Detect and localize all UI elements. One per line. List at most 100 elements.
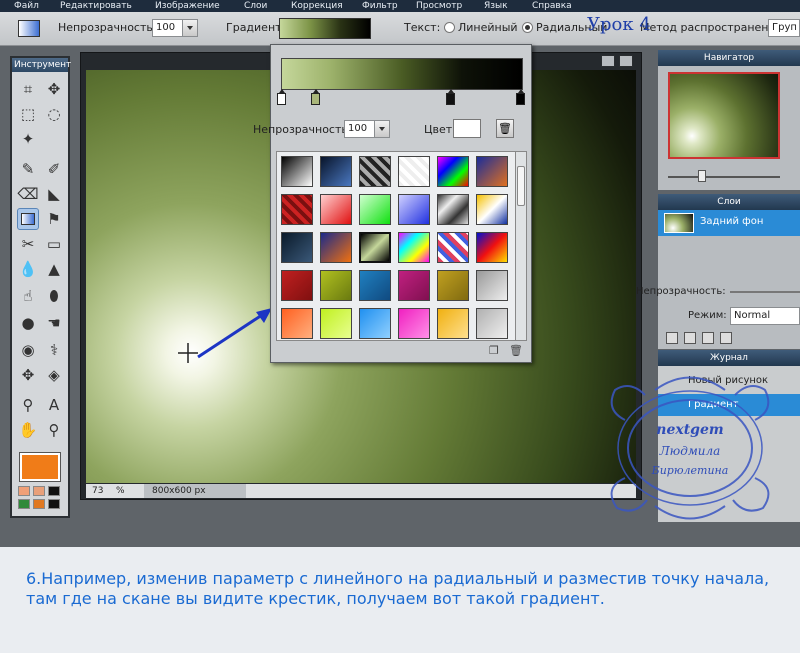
gradient-preview[interactable] (279, 18, 371, 39)
preset-19[interactable] (281, 270, 313, 301)
text-tool-icon[interactable]: A (43, 394, 65, 416)
preset-18[interactable] (476, 232, 508, 263)
opacity-select[interactable]: 100 (152, 19, 198, 37)
lasso-icon[interactable]: ◌ (43, 103, 65, 125)
preset-1[interactable] (281, 156, 313, 187)
menu-file[interactable]: Файл (14, 0, 39, 12)
zoom-slider-thumb[interactable] (698, 170, 706, 182)
preset-14[interactable] (320, 232, 352, 263)
preset-2[interactable] (320, 156, 352, 187)
eyedropper-icon[interactable]: ⚲ (17, 394, 39, 416)
linear-radio[interactable] (444, 22, 455, 33)
preset-24[interactable] (476, 270, 508, 301)
swatch-5[interactable] (33, 499, 45, 509)
foreground-color[interactable] (20, 453, 60, 481)
zoom-slider-track[interactable] (668, 176, 780, 178)
preset-3[interactable] (359, 156, 391, 187)
layer-button-4[interactable] (720, 332, 732, 344)
layer-opacity-slider[interactable] (730, 291, 800, 293)
menu-filter[interactable]: Фильтр (362, 0, 398, 12)
editor-opacity-select[interactable]: 100 (344, 120, 390, 138)
preset-8[interactable] (320, 194, 352, 225)
trash-icon[interactable]: 🗑 (509, 344, 523, 357)
spread-select[interactable]: Груп (768, 19, 800, 37)
pinch-icon[interactable]: ◈ (43, 364, 65, 386)
swatch-2[interactable] (33, 486, 45, 496)
dodge-icon[interactable]: ☚ (43, 312, 65, 334)
menu-edit[interactable]: Редактировать (60, 0, 132, 12)
color-swatch[interactable] (453, 119, 481, 138)
preset-7[interactable] (281, 194, 313, 225)
mode-select[interactable]: Normal (730, 307, 800, 325)
preset-12[interactable] (476, 194, 508, 225)
stop-3[interactable] (446, 89, 455, 105)
menu-help[interactable]: Справка (532, 0, 572, 12)
color-replace-icon[interactable]: ✂ (17, 233, 39, 255)
preset-9[interactable] (359, 194, 391, 225)
menu-language[interactable]: Язык (484, 0, 508, 12)
paint-bucket-icon[interactable]: ◣ (43, 183, 65, 205)
layer-button-2[interactable] (684, 332, 696, 344)
layer-row[interactable]: Задний фон (658, 210, 800, 236)
menu-image[interactable]: Изображение (155, 0, 220, 12)
marquee-icon[interactable]: ⬚ (17, 103, 39, 125)
delete-stop-icon[interactable]: 🗑 (496, 119, 514, 138)
smudge-icon[interactable]: ☝ (17, 285, 39, 307)
spot-heal-icon[interactable]: ⚕ (43, 339, 65, 361)
stop-2[interactable] (311, 89, 320, 105)
preset-4[interactable] (398, 156, 430, 187)
layer-button-1[interactable] (666, 332, 678, 344)
swatch-6[interactable] (48, 499, 60, 509)
zoom-value[interactable]: 73 (92, 484, 103, 498)
preset-26[interactable] (320, 308, 352, 339)
crop-icon[interactable]: ⌗ (17, 78, 39, 100)
eraser-icon[interactable]: ⌫ (17, 183, 39, 205)
radial-radio[interactable] (522, 22, 533, 33)
zoom-icon[interactable]: ⚲ (43, 419, 65, 441)
red-eye-icon[interactable]: ◉ (17, 339, 39, 361)
pencil-icon[interactable]: ✎ (17, 158, 39, 180)
preset-5[interactable] (437, 156, 469, 187)
swatch-3[interactable] (48, 486, 60, 496)
hand-icon[interactable]: ✋ (17, 419, 39, 441)
swatch-1[interactable] (18, 486, 30, 496)
brush-icon[interactable]: ✐ (43, 158, 65, 180)
layer-button-3[interactable] (702, 332, 714, 344)
menu-view[interactable]: Просмотр (416, 0, 462, 12)
preset-30[interactable] (476, 308, 508, 339)
menu-adjust[interactable]: Коррекция (291, 0, 343, 12)
preset-21[interactable] (359, 270, 391, 301)
sponge-icon[interactable]: ⬮ (43, 285, 65, 307)
navigator-thumbnail[interactable] (668, 72, 780, 159)
preset-22[interactable] (398, 270, 430, 301)
preset-20[interactable] (320, 270, 352, 301)
stop-1[interactable] (277, 89, 286, 105)
presets-scrollbar[interactable] (515, 151, 527, 341)
preset-6[interactable] (476, 156, 508, 187)
close-icon[interactable] (619, 55, 633, 67)
move-icon[interactable]: ✥ (43, 78, 65, 100)
preset-15[interactable] (359, 232, 391, 263)
preset-27[interactable] (359, 308, 391, 339)
magic-wand-icon[interactable]: ✦ (17, 128, 39, 150)
preset-13[interactable] (281, 232, 313, 263)
preset-17[interactable] (437, 232, 469, 263)
menu-layers[interactable]: Слои (244, 0, 267, 12)
new-preset-icon[interactable]: ❐ (489, 344, 499, 357)
gradient-icon[interactable] (17, 208, 39, 230)
preset-28[interactable] (398, 308, 430, 339)
preset-11[interactable] (437, 194, 469, 225)
preset-10[interactable] (398, 194, 430, 225)
scroll-thumb[interactable] (517, 166, 525, 206)
gradient-bar[interactable] (281, 58, 523, 90)
preset-29[interactable] (437, 308, 469, 339)
stop-4[interactable] (516, 89, 525, 105)
preset-16[interactable] (398, 232, 430, 263)
minimize-icon[interactable] (601, 55, 615, 67)
shape-icon[interactable]: ▭ (43, 233, 65, 255)
blur-icon[interactable]: 💧 (17, 258, 39, 280)
stamp-icon[interactable]: ⚑ (43, 208, 65, 230)
sharpen-icon[interactable]: ▲ (43, 258, 65, 280)
zoom-burn-icon[interactable]: ● (17, 312, 39, 334)
preset-25[interactable] (281, 308, 313, 339)
